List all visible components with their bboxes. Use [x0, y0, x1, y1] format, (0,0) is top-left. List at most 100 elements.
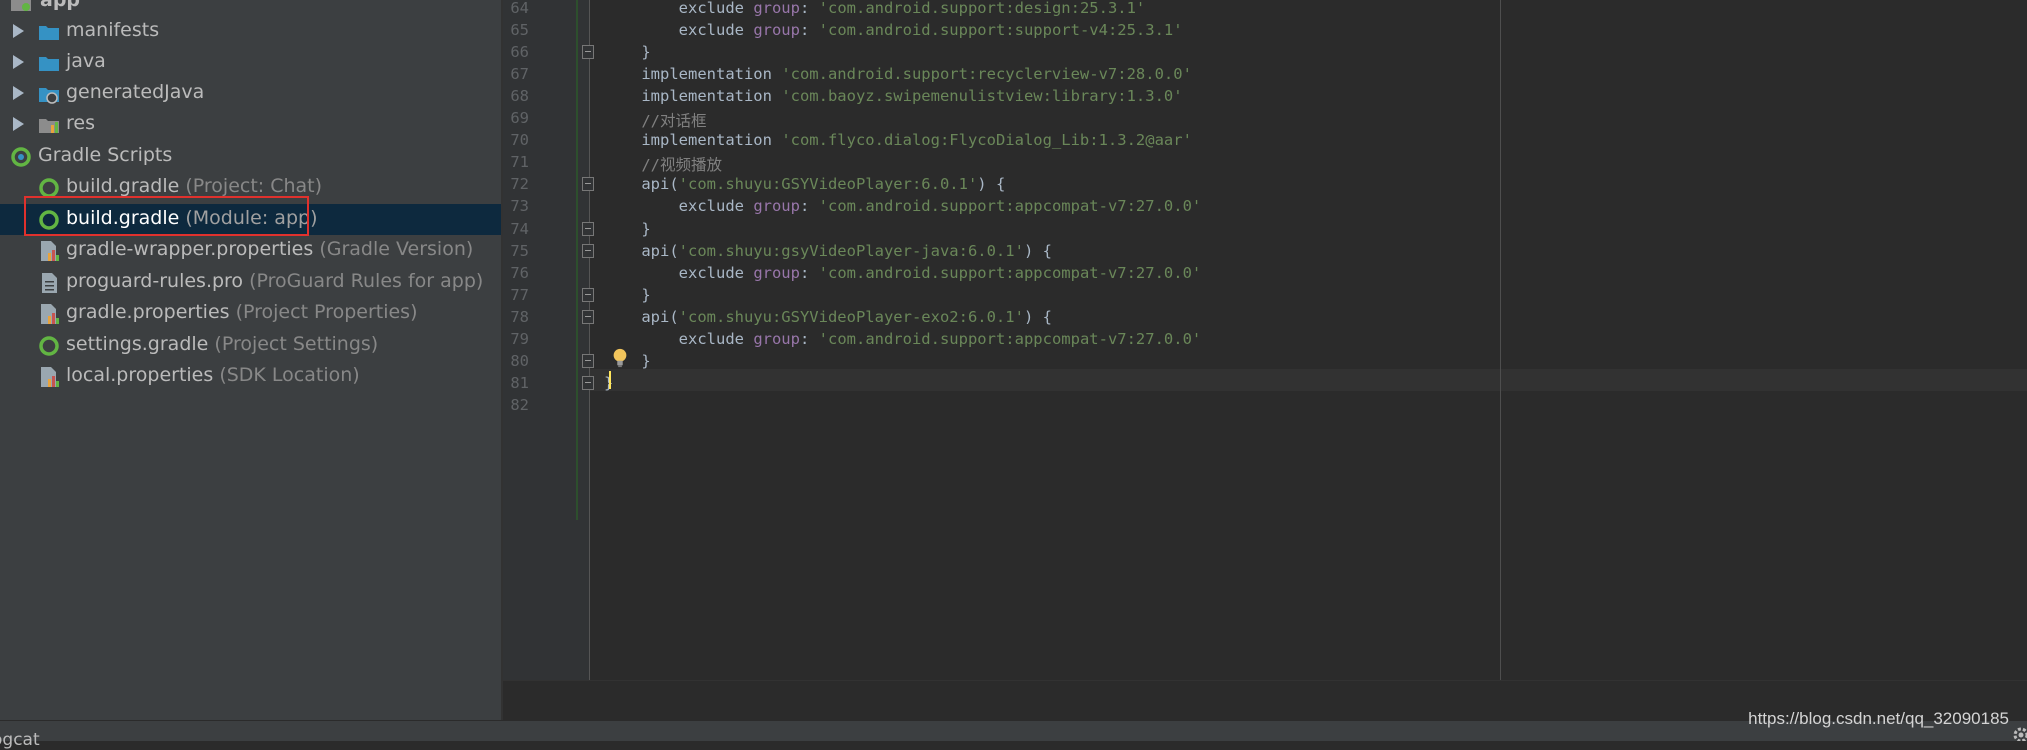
line-number[interactable]: 64 [503, 0, 529, 17]
code-token: 'com.android.support:design:25.3.1' [818, 0, 1146, 17]
code-token: } [604, 285, 651, 304]
fold-marker-icon[interactable] [582, 287, 594, 302]
code-line[interactable]: 70 implementation 'com.flyco.dialog:Flyc… [503, 126, 2027, 149]
code-line[interactable]: 73 exclude group: 'com.android.support:a… [503, 192, 2027, 216]
gear-icon[interactable] [2011, 725, 2027, 741]
line-number[interactable]: 67 [503, 65, 529, 83]
code-line[interactable]: 66 } [503, 38, 2027, 61]
tree-node-manifests[interactable]: manifests [0, 16, 501, 47]
gradle-file-icon [39, 210, 59, 230]
line-number[interactable]: 69 [503, 109, 529, 127]
code-token: 'com.baoyz.swipemenulistview:library:1.3… [781, 87, 1183, 106]
line-number[interactable]: 82 [503, 396, 529, 414]
file-name: local.properties [66, 364, 214, 386]
code-text: implementation 'com.baoyz.swipemenulistv… [604, 87, 1183, 106]
line-number[interactable]: 68 [503, 87, 529, 105]
line-number[interactable]: 79 [503, 330, 529, 348]
fold-marker-icon[interactable] [582, 243, 594, 258]
tree-node-settings-gradle[interactable]: settings.gradle (Project Settings) [0, 330, 501, 361]
code-line[interactable]: 80 } [503, 347, 2027, 370]
tree-node-proguard-rules[interactable]: proguard-rules.pro (ProGuard Rules for a… [0, 267, 501, 298]
code-token: exclude [604, 197, 754, 216]
code-token: group [753, 0, 800, 17]
fold-marker-icon[interactable] [582, 375, 594, 390]
code-text: implementation 'com.flyco.dialog:FlycoDi… [604, 131, 1192, 149]
line-number[interactable]: 65 [503, 21, 529, 39]
tree-node-res[interactable]: res [0, 109, 501, 140]
tree-label-group: local.properties (SDK Location) [66, 364, 360, 386]
line-number[interactable]: 74 [503, 220, 529, 238]
bottom-tool-bar: ogcat [0, 720, 2027, 750]
fold-marker-icon[interactable] [582, 353, 594, 368]
code-line[interactable]: 74 } [503, 215, 2027, 238]
code-line[interactable]: 82 [503, 391, 2027, 414]
code-line[interactable]: 65 exclude group: 'com.android.support:s… [503, 16, 2027, 39]
expand-arrow-icon[interactable] [13, 86, 24, 100]
fold-marker-icon[interactable] [582, 221, 594, 236]
tree-node-build-gradle-project[interactable]: build.gradle (Project: Chat) [0, 172, 501, 203]
line-number[interactable]: 71 [503, 153, 529, 171]
lightbulb-icon[interactable] [612, 348, 628, 368]
tree-label-group: gradle-wrapper.properties (Gradle Versio… [66, 238, 473, 260]
code-line[interactable]: 81} [503, 369, 2027, 392]
code-editor[interactable]: 64 exclude group: 'com.android.support:d… [503, 0, 2027, 680]
code-token: : [799, 329, 819, 348]
tree-node-build-gradle-module[interactable]: build.gradle (Module: app) [0, 204, 501, 235]
code-line[interactable]: 67 implementation 'com.android.support:r… [503, 60, 2027, 83]
tree-node-generatedjava[interactable]: generatedJava [0, 78, 501, 109]
code-token: } [604, 219, 651, 238]
fold-marker-icon[interactable] [582, 177, 594, 192]
text-caret [609, 370, 611, 389]
code-line[interactable]: 64 exclude group: 'com.android.support:d… [503, 0, 2027, 17]
code-line[interactable]: 69 //对话框 [503, 104, 2027, 130]
tree-node-local-properties[interactable]: local.properties (SDK Location) [0, 361, 501, 392]
code-text: } [604, 43, 650, 61]
code-line[interactable]: 71 //视频播放 [503, 148, 2027, 174]
code-token: group [753, 197, 800, 216]
code-text: } [604, 219, 651, 238]
code-line[interactable]: 76 exclude group: 'com.android.support:a… [503, 259, 2027, 282]
code-token: ) { [1023, 241, 1052, 260]
code-token: group [753, 263, 800, 282]
line-number[interactable]: 66 [503, 43, 529, 61]
code-line[interactable]: 78 api('com.shuyu:GSYVideoPlayer-exo2:6.… [503, 303, 2027, 326]
code-line[interactable]: 75 api('com.shuyu:gsyVideoPlayer-java:6.… [503, 237, 2027, 260]
code-line[interactable]: 77 } [503, 281, 2027, 304]
tree-node-gradle-properties[interactable]: gradle.properties (Project Properties) [0, 298, 501, 329]
logcat-tab[interactable]: ogcat [0, 730, 40, 750]
expand-arrow-icon[interactable] [13, 55, 24, 69]
line-number[interactable]: 77 [503, 286, 529, 304]
fold-marker-icon[interactable] [582, 309, 594, 324]
expand-arrow-icon[interactable] [13, 117, 24, 131]
tree-node-java[interactable]: java [0, 47, 501, 78]
tree-node-gradle-wrapper-properties[interactable]: gradle-wrapper.properties (Gradle Versio… [0, 235, 501, 266]
line-number[interactable]: 76 [503, 264, 529, 282]
code-text: api('com.shuyu:gsyVideoPlayer-java:6.0.1… [604, 242, 1052, 260]
properties-file-icon [41, 304, 59, 324]
expand-arrow-icon[interactable] [13, 24, 24, 38]
code-token: 'com.flyco.dialog:FlycoDialog_Lib:1.3.2@… [781, 131, 1192, 150]
tree-label-group: build.gradle (Project: Chat) [66, 175, 322, 197]
code-token: : [799, 263, 819, 282]
watermark-text: https://blog.csdn.net/qq_32090185 [1748, 709, 2009, 728]
code-token: : [799, 0, 819, 17]
tree-node-app[interactable]: app [0, 0, 501, 17]
line-number[interactable]: 72 [503, 175, 529, 193]
tree-label-group: settings.gradle (Project Settings) [66, 333, 378, 355]
code-line[interactable]: 72 api('com.shuyu:GSYVideoPlayer:6.0.1')… [503, 170, 2027, 193]
file-name: build.gradle [66, 207, 180, 229]
line-number[interactable]: 75 [503, 242, 529, 260]
tree-label-group: gradle.properties (Project Properties) [66, 301, 418, 323]
line-number[interactable]: 78 [503, 308, 529, 326]
line-number[interactable]: 70 [503, 131, 529, 149]
line-number[interactable]: 73 [503, 197, 529, 215]
fold-marker-icon[interactable] [582, 45, 594, 60]
line-number[interactable]: 80 [503, 352, 529, 370]
tree-node-gradle-scripts[interactable]: Gradle Scripts [0, 141, 501, 172]
line-number[interactable]: 81 [503, 374, 529, 392]
module-folder-icon [11, 0, 31, 11]
code-text: exclude group: 'com.android.support:appc… [604, 197, 1202, 216]
code-line[interactable]: 68 implementation 'com.baoyz.swipemenuli… [503, 82, 2027, 106]
code-token: group [753, 329, 800, 348]
code-line[interactable]: 79 exclude group: 'com.android.support:a… [503, 325, 2027, 348]
